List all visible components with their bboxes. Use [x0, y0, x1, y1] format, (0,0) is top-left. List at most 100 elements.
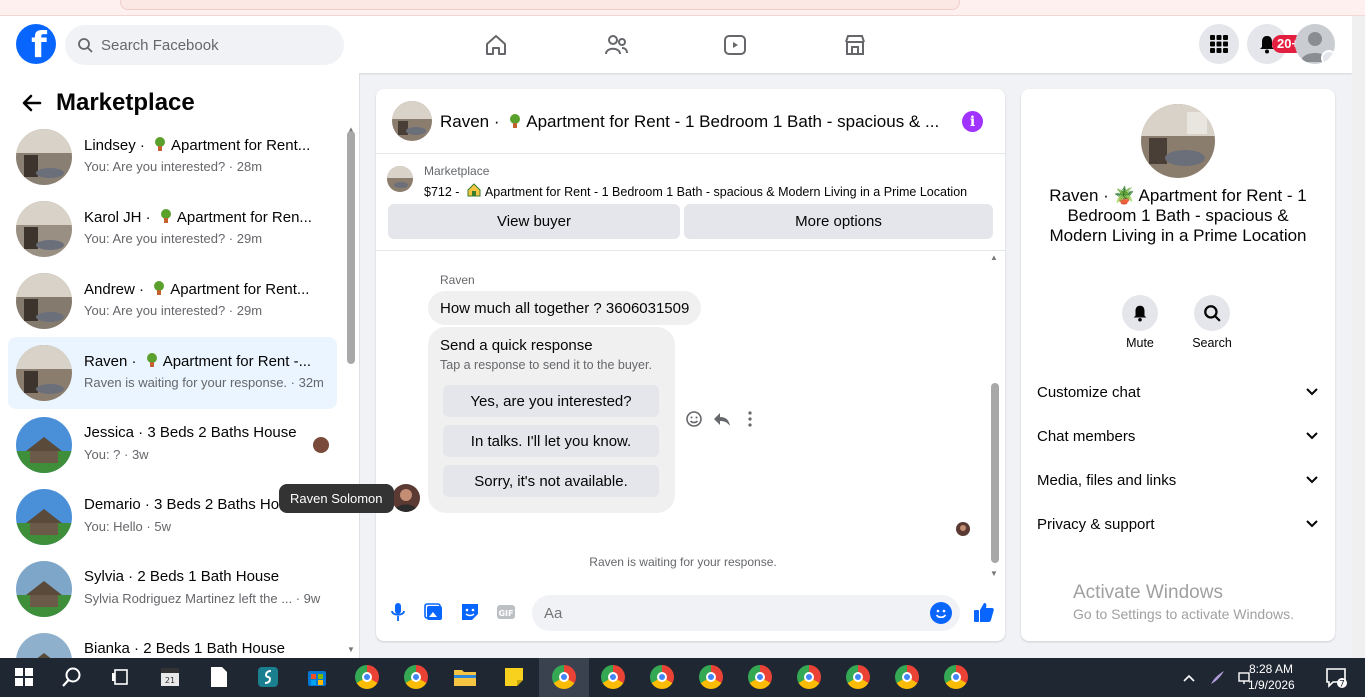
system-clock[interactable]: 8:28 AM 1/9/2026 — [1248, 661, 1295, 693]
message-input[interactable] — [532, 595, 912, 631]
profile-avatar[interactable] — [1295, 24, 1335, 64]
quick-response-title: Send a quick response — [440, 337, 593, 354]
taskbar-search-icon[interactable] — [59, 664, 85, 690]
conversation-thumbnail — [16, 489, 72, 545]
conversation-title: Bianka · 2 Beds 1 Bath House — [84, 640, 285, 657]
microphone-icon[interactable] — [387, 601, 409, 623]
emoji-icon[interactable] — [930, 602, 952, 624]
chat-scroll-up-icon[interactable]: ▲ — [990, 253, 998, 262]
plant-icon — [144, 352, 160, 368]
facebook-logo[interactable]: f — [16, 24, 56, 64]
more-vertical-icon[interactable] — [740, 409, 760, 429]
more-options-button[interactable]: More options — [684, 204, 993, 239]
chat-window: Raven · Apartment for Rent - 1 Bedroom 1… — [376, 89, 1005, 641]
file-explorer-icon[interactable] — [452, 664, 478, 690]
chrome-profile-icon[interactable] — [747, 664, 773, 690]
top-navbar: f 20+ — [0, 16, 1352, 73]
scroll-down-arrow-icon[interactable]: ▼ — [347, 645, 355, 654]
customize-chat-section[interactable]: Customize chat — [1037, 380, 1319, 404]
quick-response-in-talks-button[interactable]: In talks. I'll let you know. — [443, 425, 659, 457]
tray-chevron-up-icon[interactable] — [1182, 671, 1196, 685]
gif-icon[interactable]: GIF — [495, 601, 517, 623]
chat-members-section[interactable]: Chat members — [1037, 424, 1319, 448]
marketplace-icon[interactable] — [840, 30, 870, 60]
mute-button[interactable]: Mute — [1110, 295, 1170, 350]
message-bubble[interactable]: How much all together ? 3606031509 — [428, 291, 702, 325]
marketplace-header: Marketplace — [20, 89, 195, 117]
address-bar[interactable] — [120, 0, 960, 10]
chrome-profile-icon[interactable] — [649, 664, 675, 690]
back-arrow-icon[interactable] — [20, 91, 44, 115]
task-view-icon[interactable] — [107, 664, 133, 690]
react-emoji-icon[interactable] — [684, 409, 704, 429]
conversation-item[interactable]: Jessica · 3 Beds 2 Baths House You: ? · 3… — [8, 409, 337, 481]
sender-name: Raven — [440, 273, 475, 287]
listing-summary[interactable]: $712 - Apartment for Rent - 1 Bedroom 1 … — [424, 182, 967, 199]
notification-center-icon[interactable]: 7 — [1323, 664, 1349, 690]
listing-card: Marketplace $712 - Apartment for Rent - … — [376, 155, 1005, 251]
details-name: Raven · 🪴 Apartment for Rent - 1 Bedroom… — [1049, 186, 1307, 245]
message-field[interactable] — [532, 595, 960, 631]
search-box[interactable] — [65, 25, 344, 65]
search-conversation-button[interactable]: Search — [1182, 295, 1242, 350]
conversation-item[interactable]: Raven · Apartment for Rent -... Raven is … — [8, 337, 337, 409]
menu-grid-icon[interactable] — [1199, 24, 1239, 64]
chevron-down-icon — [1306, 476, 1318, 484]
conversation-thumbnail — [16, 561, 72, 617]
conversation-item[interactable]: Bianka · 2 Beds 1 Bath House — [8, 625, 337, 658]
chrome-profile-icon[interactable] — [698, 664, 724, 690]
film-app-icon[interactable]: 21 — [157, 664, 183, 690]
conversation-thumbnail — [16, 273, 72, 329]
scribe-app-icon[interactable] — [255, 664, 281, 690]
conversation-item[interactable]: Andrew · Apartment for Rent... You: Are y… — [8, 265, 337, 337]
chrome-profile-icon[interactable] — [943, 664, 969, 690]
reply-icon[interactable] — [712, 409, 732, 429]
message-composer: GIF — [376, 589, 1005, 637]
quick-response-not-available-button[interactable]: Sorry, it's not available. — [443, 465, 659, 497]
chrome-profile-icon[interactable] — [403, 664, 429, 690]
chrome-profile-icon[interactable] — [894, 664, 920, 690]
like-thumb-icon[interactable] — [972, 600, 996, 624]
notepad-icon[interactable] — [206, 664, 232, 690]
chevron-down-icon — [1306, 520, 1318, 528]
chat-scroll-down-icon[interactable]: ▼ — [990, 569, 998, 578]
page-scrollbar[interactable] — [1352, 16, 1365, 658]
sticker-icon[interactable] — [459, 601, 481, 623]
sender-avatar[interactable] — [392, 484, 420, 512]
listing-thumbnail — [387, 166, 413, 192]
video-icon[interactable] — [720, 30, 750, 60]
info-icon[interactable]: i — [962, 111, 983, 132]
chrome-profile-icon[interactable] — [600, 664, 626, 690]
quick-response-yes-button[interactable]: Yes, are you interested? — [443, 385, 659, 417]
conversation-item[interactable]: Sylvia · 2 Beds 1 Bath House Sylvia Rodri… — [8, 553, 337, 625]
conversation-item[interactable]: Karol JH · Apartment for Ren... You: Are … — [8, 193, 337, 265]
conversation-item[interactable]: Lindsey · Apartment for Rent... You: Are … — [8, 121, 337, 193]
activate-windows-watermark: Activate Windows Go to Settings to activ… — [1073, 582, 1294, 622]
conversation-title: Karol JH · Apartment for Ren... — [84, 209, 312, 226]
store-icon[interactable] — [304, 664, 330, 690]
list-scrollbar-thumb[interactable] — [347, 131, 355, 364]
privacy-support-section[interactable]: Privacy & support — [1037, 512, 1319, 536]
chat-scrollbar-thumb[interactable] — [991, 383, 999, 563]
chat-title[interactable]: Raven · Apartment for Rent - 1 Bedroom 1… — [440, 112, 940, 132]
pen-icon[interactable] — [1208, 669, 1226, 687]
chrome-icon[interactable] — [354, 664, 380, 690]
sender-tooltip: Raven Solomon — [279, 484, 394, 513]
sticky-notes-icon[interactable] — [501, 664, 527, 690]
friends-icon[interactable] — [601, 30, 631, 60]
media-files-links-section[interactable]: Media, files and links — [1037, 468, 1319, 492]
home-icon[interactable] — [481, 30, 511, 60]
view-buyer-button[interactable]: View buyer — [388, 204, 680, 239]
svg-text:7: 7 — [1339, 680, 1345, 689]
conversation-title: Jessica · 3 Beds 2 Baths House — [84, 424, 297, 441]
chrome-profile-icon[interactable] — [845, 664, 871, 690]
search-icon — [78, 38, 93, 53]
chevron-down-icon[interactable] — [1321, 50, 1335, 64]
chrome-profile-icon[interactable] — [551, 664, 577, 690]
search-input[interactable] — [101, 36, 321, 54]
chrome-profile-icon[interactable] — [796, 664, 822, 690]
photo-icon[interactable] — [423, 601, 445, 623]
conversation-preview: You: ? · 3w — [84, 447, 149, 462]
chat-avatar[interactable] — [392, 101, 432, 141]
windows-start-icon[interactable] — [11, 664, 37, 690]
